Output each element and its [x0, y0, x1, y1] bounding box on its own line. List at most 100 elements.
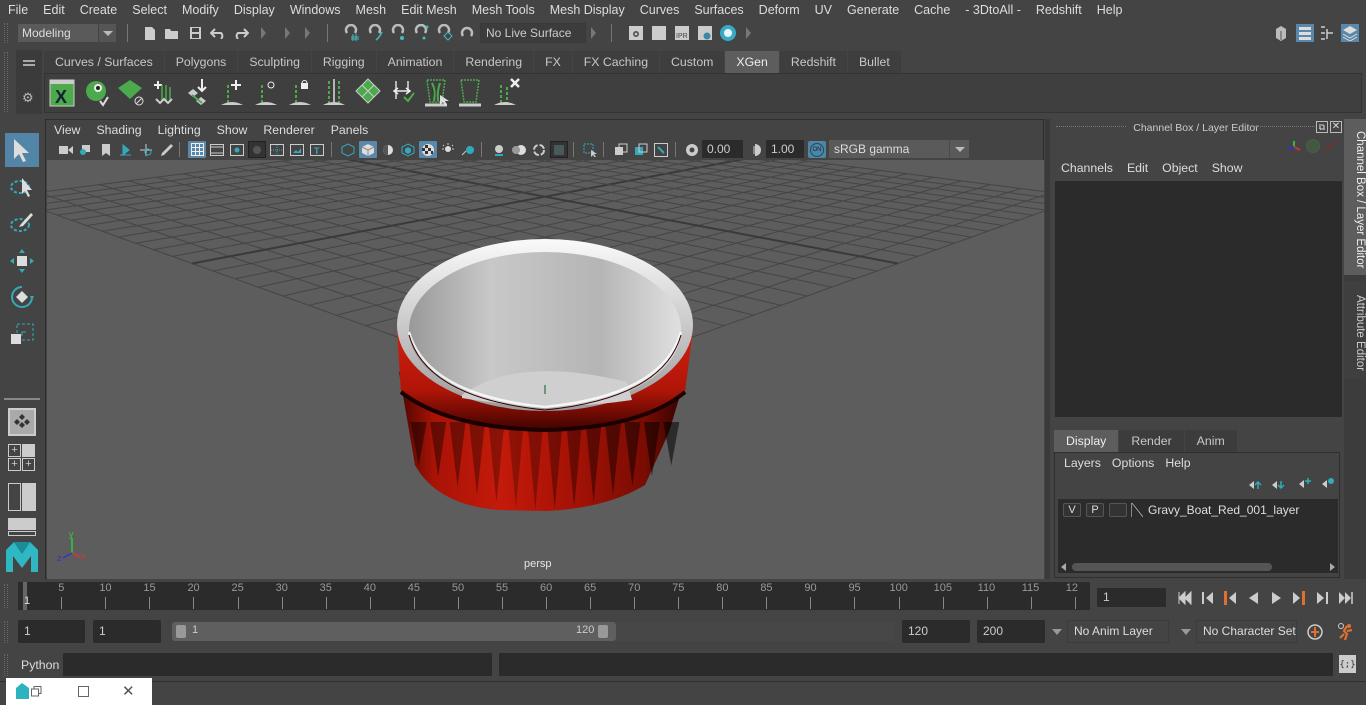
move-layer-down-icon[interactable] — [1271, 479, 1285, 493]
command-input[interactable] — [63, 653, 492, 676]
layer-reference-toggle[interactable] — [1109, 503, 1127, 517]
layer-horizontal-scrollbar[interactable] — [1058, 561, 1338, 573]
layer-menu-help[interactable]: Help — [1161, 456, 1197, 470]
layer-menu-layers[interactable]: Layers — [1060, 456, 1108, 470]
motion-blur-icon[interactable] — [510, 141, 528, 158]
range-end-handle[interactable] — [598, 625, 608, 638]
wireframe-icon[interactable] — [339, 141, 357, 158]
3d-viewport[interactable]: y x z persp — [47, 160, 1044, 579]
layer-visibility-toggle[interactable]: V — [1063, 503, 1081, 517]
range-slider[interactable]: 1 120 — [172, 622, 616, 641]
snap-to-point-icon[interactable] — [390, 24, 408, 42]
rotate-tool-button[interactable] — [5, 280, 39, 314]
snap-to-grid-icon[interactable] — [343, 24, 361, 42]
command-language-toggle[interactable]: Python — [21, 658, 59, 672]
xgen-select-guide-icon[interactable] — [422, 77, 452, 109]
snap-to-curve-icon[interactable] — [367, 24, 385, 42]
step-forward-key-icon[interactable] — [1312, 588, 1332, 607]
xgen-guide-rebuild-icon[interactable] — [320, 77, 350, 109]
ipr-render-icon[interactable]: IPR — [673, 24, 691, 42]
xgen-sculpt-guide-icon[interactable] — [354, 77, 384, 109]
status-line-grip[interactable] — [4, 23, 8, 43]
xgen-clear-icon[interactable] — [116, 77, 146, 109]
channel-box-menu-object[interactable]: Object — [1155, 161, 1205, 175]
tool-settings-icon[interactable] — [1318, 24, 1336, 42]
scroll-left-icon[interactable] — [1061, 563, 1066, 571]
layer-tab-render[interactable]: Render — [1119, 430, 1184, 452]
image-plane-icon[interactable] — [116, 141, 134, 158]
menu-cache[interactable]: Cache — [906, 3, 957, 17]
camera-attributes-icon[interactable] — [77, 141, 95, 158]
render-settings-icon[interactable] — [696, 24, 714, 42]
xgen-toggle-guide-icon[interactable] — [252, 77, 282, 109]
animation-preferences-icon[interactable] — [1335, 622, 1355, 645]
collapse-section-icon[interactable] — [746, 27, 751, 39]
attribute-editor-icon[interactable] — [1296, 24, 1314, 42]
step-forward-frame-icon[interactable] — [1289, 588, 1309, 607]
menu-set-select[interactable]: Modeling — [18, 24, 116, 42]
redo-icon[interactable] — [232, 24, 250, 42]
depth-of-field-icon[interactable] — [550, 141, 568, 158]
script-editor-icon[interactable]: {;} — [1339, 655, 1356, 673]
current-frame-field[interactable]: 1 — [1097, 588, 1166, 607]
layer-tab-display[interactable]: Display — [1054, 430, 1119, 452]
playback-start-field[interactable]: 1 — [93, 620, 161, 643]
menu-redshift[interactable]: Redshift — [1028, 3, 1089, 17]
shelf-tab-rigging[interactable]: Rigging — [311, 51, 376, 73]
shelf-grip[interactable] — [4, 52, 8, 112]
isolate-select-icon[interactable] — [581, 141, 599, 158]
auto-key-icon[interactable] — [1306, 623, 1324, 644]
menu-mesh-tools[interactable]: Mesh Tools — [464, 3, 542, 17]
live-surface-field[interactable]: No Live Surface — [480, 23, 586, 43]
xray-icon[interactable] — [612, 141, 630, 158]
character-set-dropdown-icon[interactable] — [1181, 629, 1191, 635]
xgen-editor-icon[interactable]: X — [48, 77, 78, 109]
viewport-menu-view[interactable]: View — [46, 123, 88, 137]
render-view-icon[interactable] — [627, 24, 645, 42]
shelf-tab-custom[interactable]: Custom — [660, 51, 725, 73]
gamma-field[interactable]: 1.00 — [766, 140, 804, 158]
restore-window-icon[interactable] — [31, 686, 42, 697]
start-time-field[interactable]: 1 — [18, 620, 85, 643]
four-view-layout-button[interactable]: + + + — [8, 444, 36, 472]
menu-edit[interactable]: Edit — [35, 3, 72, 17]
new-layer-icon[interactable] — [1298, 477, 1312, 492]
modeling-toolkit-icon[interactable] — [1272, 24, 1290, 42]
xgen-lock-guide-icon[interactable] — [286, 77, 316, 109]
xgen-guide-place-icon[interactable] — [184, 77, 214, 109]
shelf-tab-redshift[interactable]: Redshift — [779, 51, 847, 73]
exposure-icon[interactable] — [683, 141, 701, 158]
safe-title-icon[interactable]: T — [308, 141, 326, 158]
exposure-field[interactable]: 0.00 — [702, 140, 743, 158]
anti-aliasing-icon[interactable] — [530, 141, 548, 158]
shelf-tab-polygons[interactable]: Polygons — [164, 51, 238, 73]
menu-curves[interactable]: Curves — [632, 3, 687, 17]
shelf-tab-fx-caching[interactable]: FX Caching — [572, 51, 660, 73]
menu-generate[interactable]: Generate — [839, 3, 906, 17]
playback-end-field[interactable]: 120 — [902, 620, 970, 643]
channel-box-menu-edit[interactable]: Edit — [1120, 161, 1155, 175]
single-perspective-layout-button[interactable] — [8, 408, 36, 436]
safe-action-icon[interactable] — [288, 141, 306, 158]
anim-layer-select[interactable]: No Anim Layer — [1067, 620, 1169, 643]
scale-tool-button[interactable] — [5, 318, 39, 352]
collapse-section-icon[interactable] — [305, 27, 310, 39]
xray-joints-icon[interactable] — [652, 141, 670, 158]
maximize-window-icon[interactable] — [78, 686, 89, 697]
xray-active-components-icon[interactable] — [632, 141, 650, 158]
scrollbar-thumb[interactable] — [1072, 563, 1272, 571]
grid-toggle-icon[interactable] — [188, 141, 206, 158]
go-to-start-icon[interactable] — [1175, 588, 1195, 607]
side-tab-channel-box[interactable]: Channel Box / Layer Editor — [1344, 119, 1366, 275]
step-back-frame-icon[interactable] — [1220, 588, 1240, 607]
select-tool-button[interactable] — [5, 133, 39, 167]
viewport-menu-renderer[interactable]: Renderer — [255, 123, 322, 137]
shelf-tab-fx[interactable]: FX — [534, 51, 572, 73]
step-back-key-icon[interactable] — [1198, 588, 1218, 607]
menu-display[interactable]: Display — [226, 3, 282, 17]
menu-mesh-display[interactable]: Mesh Display — [542, 3, 632, 17]
field-chart-icon[interactable] — [268, 141, 286, 158]
range-start-handle[interactable] — [176, 625, 186, 638]
menu-select[interactable]: Select — [124, 3, 174, 17]
close-panel-icon[interactable]: ✕ — [1330, 121, 1342, 133]
